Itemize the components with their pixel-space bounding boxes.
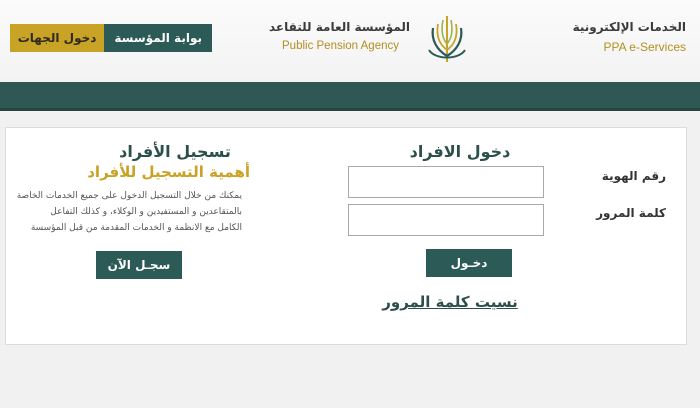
register-subtitle: أهمية التسجيل للأفراد	[87, 163, 250, 181]
password-label: كلمة المرور	[596, 206, 666, 220]
agency-name-ar: المؤسسة العامة للتقاعد	[268, 20, 410, 34]
palm-leaves-icon	[428, 16, 466, 63]
register-description-line: يمكنك من خلال التسجيل الدخول على جميع ال…	[16, 191, 242, 201]
header: بوابة المؤسسة دخول الجهات المؤسسة العامة…	[0, 0, 700, 82]
register-description: يمكنك من خلال التسجيل الدخول على جميع ال…	[10, 188, 242, 236]
agency-portal-button[interactable]: بوابة المؤسسة	[104, 24, 212, 52]
login-button[interactable]: دخـول	[426, 249, 512, 277]
register-description-line: بالمتقاعدين و المستفيدين و الوكلاء، و كذ…	[50, 207, 242, 217]
register-description-line: الكامل مع الانظمة و الخدمات المقدمة من ق…	[30, 223, 242, 233]
register-title: تسجيل الأفراد	[119, 142, 231, 161]
login-title: دخول الافراد	[409, 142, 511, 161]
register-now-button[interactable]: سجـل الآن	[96, 251, 182, 279]
page: بوابة المؤسسة دخول الجهات المؤسسة العامة…	[0, 0, 700, 408]
navigation-bar	[0, 82, 700, 111]
entities-login-button[interactable]: دخول الجهات	[9, 24, 105, 52]
agency-name-en: Public Pension Agency	[282, 40, 399, 52]
id-number-label: رقم الهوية	[601, 169, 666, 183]
password-input[interactable]	[348, 204, 544, 236]
forgot-password-link[interactable]: نسيت كلمة المرور	[360, 293, 540, 311]
id-number-input[interactable]	[348, 166, 544, 198]
portal-buttons: بوابة المؤسسة دخول الجهات	[9, 24, 212, 52]
eservices-title-ar: الخدمات الإلكترونية	[572, 20, 686, 34]
eservices-title-en: PPA e-Services	[603, 40, 686, 54]
